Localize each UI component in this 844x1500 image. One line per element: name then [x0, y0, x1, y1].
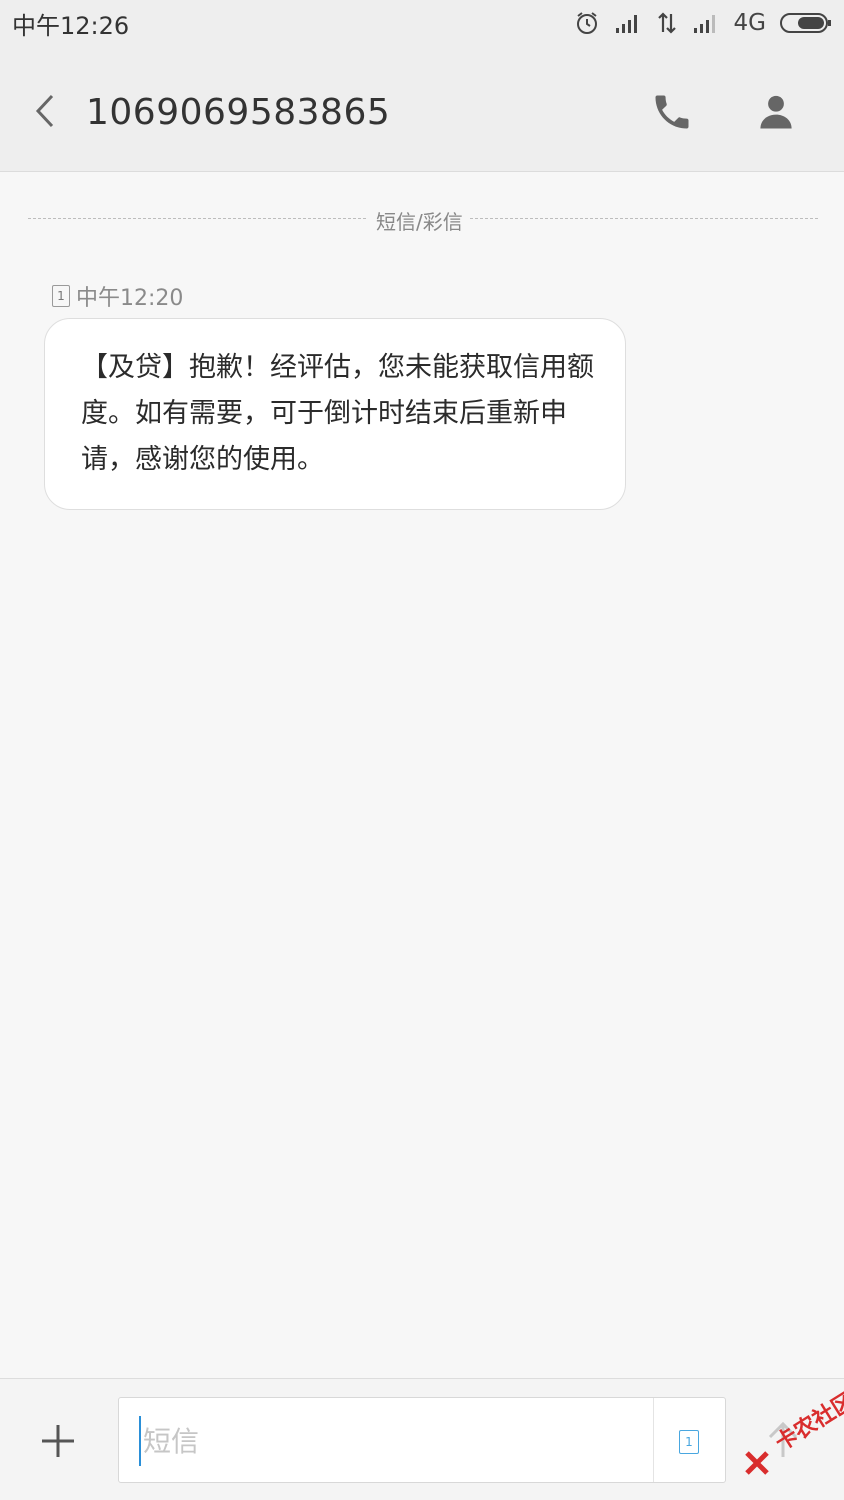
- sim-card-icon: 1: [52, 285, 70, 307]
- conversation-header: 1069069583865: [0, 46, 844, 172]
- message-text: 【及贷】抱歉！经评估，您未能获取信用额度。如有需要，可于倒计时结束后重新申请，感…: [81, 352, 594, 475]
- call-button[interactable]: [650, 90, 694, 134]
- network-type: 4G: [733, 10, 766, 36]
- status-time: 中午12:26: [12, 11, 130, 40]
- data-transfer-icon: [657, 12, 676, 34]
- attach-button[interactable]: [38, 1421, 78, 1461]
- message-input-box: 1: [118, 1397, 726, 1483]
- message-meta: 1 中午12:20: [52, 280, 183, 312]
- back-button[interactable]: [26, 86, 66, 136]
- watermark-logo-icon: [745, 1451, 769, 1475]
- sim-select-button[interactable]: 1: [679, 1430, 699, 1454]
- message-time: 中午12:20: [76, 286, 184, 311]
- alarm-icon: [576, 12, 597, 34]
- message-type-divider: 短信/彩信: [28, 206, 818, 234]
- contact-info-button[interactable]: [754, 90, 798, 134]
- signal-icon: [693, 15, 715, 33]
- message-bubble[interactable]: 【及贷】抱歉！经评估，您未能获取信用额度。如有需要，可于倒计时结束后重新申请，感…: [44, 318, 626, 510]
- signal-icon: [615, 15, 637, 33]
- input-divider: [653, 1398, 654, 1482]
- watermark: 卡农社区: [744, 1388, 844, 1478]
- back-arrow-icon: [35, 94, 54, 128]
- status-bar: 中午12:26 4G: [0, 0, 844, 46]
- message-input[interactable]: [139, 1416, 639, 1466]
- message-type-label: 短信/彩信: [376, 210, 463, 234]
- status-icons: 4G: [574, 10, 832, 36]
- phone-icon: [655, 95, 689, 129]
- divider-line: [28, 218, 366, 219]
- contact-number: 1069069583865: [86, 92, 391, 133]
- message-composer: 1: [0, 1378, 844, 1500]
- person-icon: [760, 95, 792, 129]
- battery-icon: [780, 13, 831, 33]
- plus-icon: [42, 1425, 74, 1457]
- sms-conversation-screen: 中午12:26 4G 1069069583865 短信/彩信 1 中午12:20…: [0, 0, 844, 1500]
- divider-line: [470, 218, 818, 219]
